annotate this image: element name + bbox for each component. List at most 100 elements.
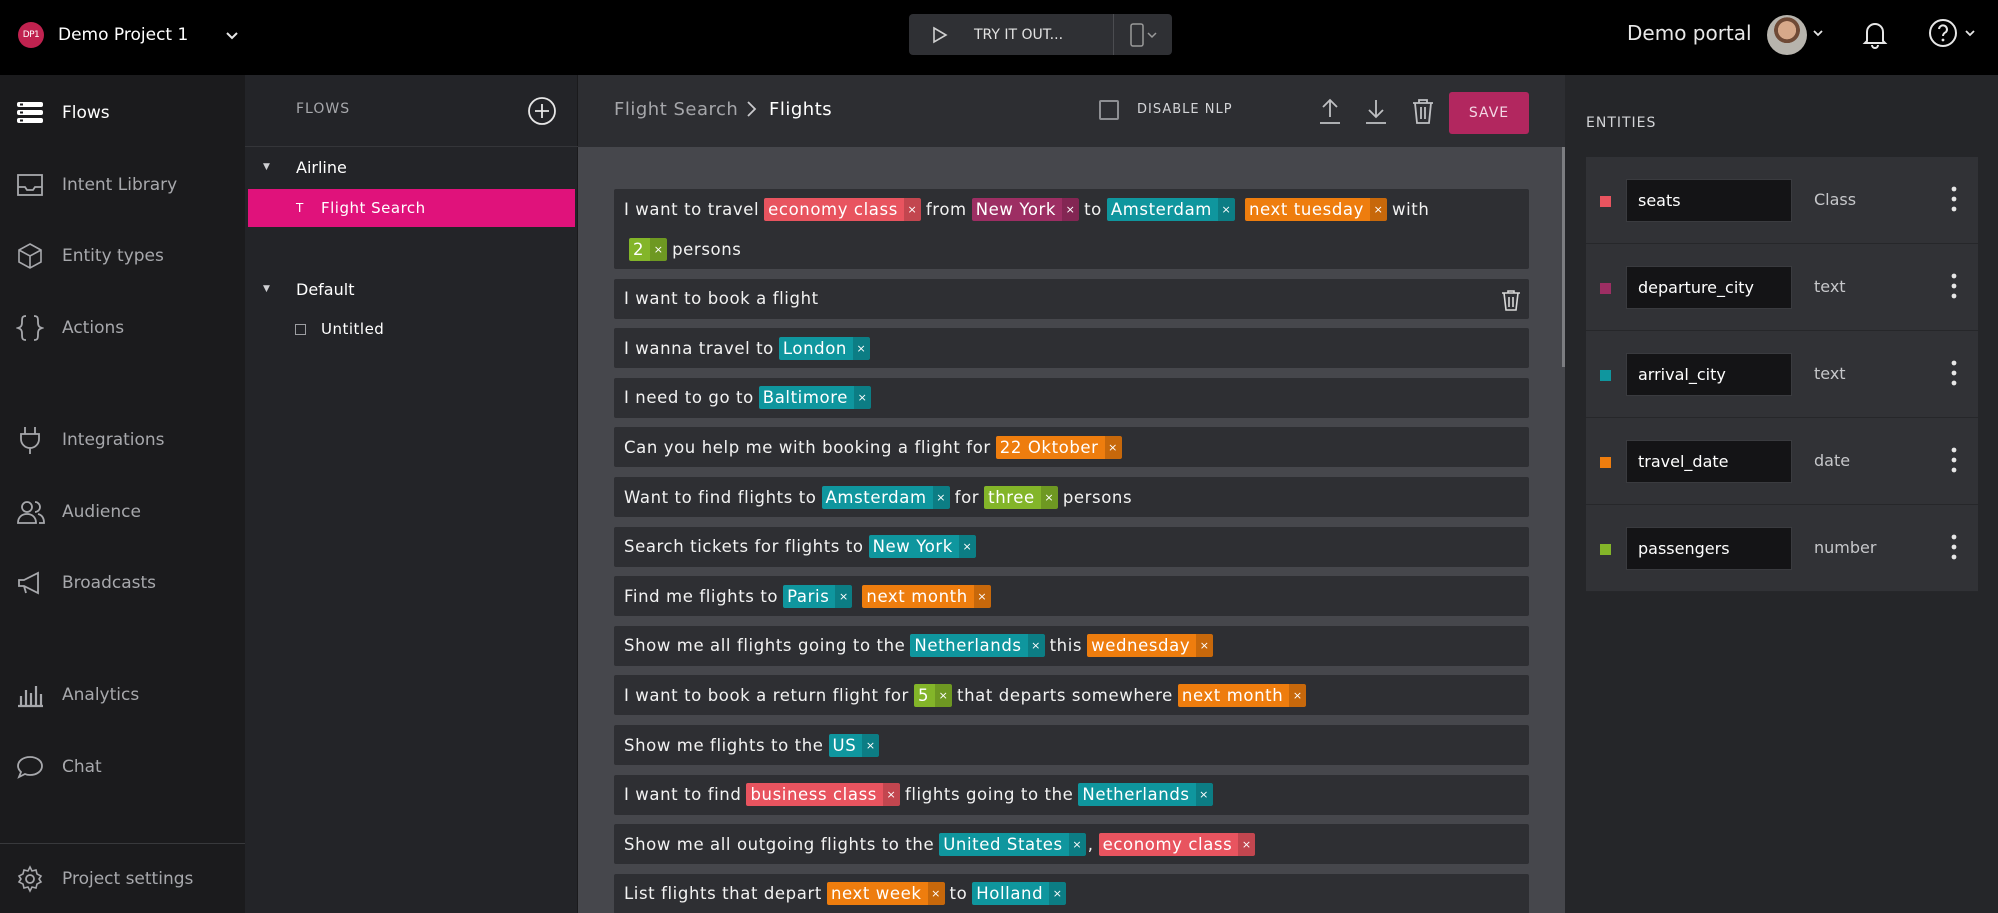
entity-tag-arrival-city[interactable]: Holland ×	[972, 882, 1067, 906]
flow-item-flight-search[interactable]: T Flight Search	[248, 189, 575, 227]
nav-item-entity-types[interactable]: Entity types	[0, 234, 245, 278]
save-button[interactable]: SAVE	[1449, 92, 1529, 134]
nav-item-intent-library[interactable]: Intent Library	[0, 163, 245, 207]
more-vertical-icon[interactable]	[1951, 186, 1957, 212]
remove-tag-icon[interactable]: ×	[1289, 683, 1307, 707]
entity-name-input[interactable]	[1626, 179, 1792, 222]
remove-tag-icon[interactable]: ×	[1196, 634, 1214, 658]
more-vertical-icon[interactable]	[1951, 534, 1957, 560]
trash-icon[interactable]	[1411, 97, 1435, 125]
add-flow-icon[interactable]	[527, 96, 557, 126]
remove-tag-icon[interactable]: ×	[1370, 197, 1387, 221]
entity-tag-arrival-city[interactable]: Amsterdam ×	[821, 485, 950, 509]
user-avatar[interactable]	[1767, 15, 1807, 55]
entity-tag-arrival-city[interactable]: Netherlands ×	[1078, 783, 1213, 807]
entity-tag-passengers[interactable]: 2 ×	[629, 237, 668, 261]
remove-tag-icon[interactable]: ×	[958, 535, 976, 559]
entity-name-input[interactable]	[1626, 527, 1792, 570]
utterance-row[interactable]: Want to find flights to Amsterdam × for thre…	[614, 477, 1529, 517]
entity-tag-travel-date[interactable]: next tuesday ×	[1244, 197, 1387, 221]
utterance-row[interactable]: Search tickets for flights to New York ×	[614, 526, 1529, 567]
entity-tag-arrival-city[interactable]: US ×	[828, 733, 880, 757]
project-switcher[interactable]: DP1 Demo Project 1	[18, 20, 240, 50]
more-vertical-icon[interactable]	[1951, 447, 1957, 473]
entity-tag-arrival-city[interactable]: London ×	[778, 336, 870, 360]
more-vertical-icon[interactable]	[1951, 360, 1957, 386]
chevron-down-icon[interactable]	[1812, 27, 1824, 39]
help-icon[interactable]	[1928, 18, 1958, 48]
nav-item-project-settings[interactable]: Project settings	[0, 857, 245, 901]
nav-item-chat[interactable]: Chat	[0, 745, 245, 789]
more-vertical-icon[interactable]	[1951, 273, 1957, 299]
remove-tag-icon[interactable]: ×	[973, 584, 991, 608]
entity-name-input[interactable]	[1626, 353, 1792, 396]
entity-tag-seats[interactable]: economy class ×	[1098, 832, 1256, 856]
nav-item-broadcasts[interactable]: Broadcasts	[0, 561, 245, 605]
bell-icon[interactable]	[1862, 19, 1888, 49]
remove-tag-icon[interactable]: ×	[903, 197, 921, 221]
utterance-row[interactable]: I want to find business class × flights goi…	[614, 774, 1529, 815]
remove-tag-icon[interactable]: ×	[935, 683, 953, 707]
entity-tag-travel-date[interactable]: next month ×	[862, 584, 991, 608]
remove-tag-icon[interactable]: ×	[1104, 435, 1122, 459]
breadcrumb-parent[interactable]: Flight Search	[614, 99, 738, 120]
entity-tag-passengers[interactable]: three ×	[984, 485, 1058, 509]
disable-nlp-checkbox[interactable]	[1099, 100, 1119, 120]
entity-tag-travel-date[interactable]: next month ×	[1177, 683, 1307, 707]
utterance-row[interactable]: Can you help me with booking a flight fo…	[614, 427, 1529, 468]
entity-tag-arrival-city[interactable]: New York ×	[868, 535, 976, 559]
remove-tag-icon[interactable]: ×	[1049, 882, 1067, 906]
nav-item-audience[interactable]: Audience	[0, 490, 245, 534]
utterance-row[interactable]: Show me flights to the US ×	[614, 725, 1529, 765]
entity-tag-travel-date[interactable]: wednesday ×	[1087, 634, 1214, 658]
utterance-row[interactable]: I want to book a return flight for 5 × that…	[614, 675, 1529, 716]
entity-tag-travel-date[interactable]: next week ×	[826, 882, 945, 906]
utterance-row[interactable]: Show me all flights going to the Netherla…	[614, 625, 1529, 666]
remove-tag-icon[interactable]: ×	[1238, 832, 1256, 856]
remove-tag-icon[interactable]: ×	[862, 733, 880, 757]
remove-tag-icon[interactable]: ×	[927, 882, 945, 906]
utterance-row[interactable]: List flights that depart next week × to Holl…	[614, 873, 1529, 913]
entity-tag-travel-date[interactable]: 22 Oktober ×	[995, 435, 1122, 459]
utterance-row[interactable]: I need to go to Baltimore ×	[614, 377, 1529, 418]
entity-tag-seats[interactable]: economy class ×	[764, 197, 921, 221]
remove-tag-icon[interactable]: ×	[835, 584, 853, 608]
remove-tag-icon[interactable]: ×	[650, 237, 668, 261]
remove-tag-icon[interactable]: ×	[1062, 197, 1080, 221]
upload-icon[interactable]	[1318, 97, 1342, 125]
entity-tag-arrival-city[interactable]: Paris ×	[783, 584, 853, 608]
entity-tag-departure-city[interactable]: New York ×	[971, 197, 1080, 221]
entity-name-input[interactable]	[1626, 440, 1792, 483]
flow-item-untitled[interactable]: Untitled	[248, 310, 575, 348]
device-selector[interactable]	[1114, 14, 1172, 55]
entity-tag-arrival-city[interactable]: United States ×	[939, 832, 1086, 856]
entity-name-input[interactable]	[1626, 266, 1792, 309]
utterance-row[interactable]: I want to travel economy class × from New Yo…	[614, 189, 1529, 269]
utterance-row[interactable]: I wanna travel to London ×	[614, 328, 1529, 369]
remove-tag-icon[interactable]: ×	[1217, 197, 1235, 221]
remove-tag-icon[interactable]: ×	[854, 386, 871, 410]
entity-tag-arrival-city[interactable]: Netherlands ×	[910, 634, 1045, 658]
utterance-row[interactable]: Show me all outgoing flights to the Unite…	[614, 824, 1529, 865]
nav-item-analytics[interactable]: Analytics	[0, 673, 245, 717]
trash-icon[interactable]	[1501, 289, 1521, 311]
remove-tag-icon[interactable]: ×	[1040, 485, 1058, 509]
entity-tag-arrival-city[interactable]: Amsterdam ×	[1106, 197, 1235, 221]
remove-tag-icon[interactable]: ×	[1068, 832, 1086, 856]
remove-tag-icon[interactable]: ×	[1195, 783, 1213, 807]
utterance-row[interactable]: Find me flights to Paris × next month ×	[614, 576, 1529, 617]
nav-item-actions[interactable]: Actions	[0, 306, 245, 350]
entity-tag-passengers[interactable]: 5 ×	[913, 683, 953, 707]
remove-tag-icon[interactable]: ×	[882, 783, 900, 807]
remove-tag-icon[interactable]: ×	[852, 336, 870, 360]
download-icon[interactable]	[1364, 97, 1388, 125]
nav-item-integrations[interactable]: Integrations	[0, 418, 245, 462]
entity-tag-arrival-city[interactable]: Baltimore ×	[758, 386, 871, 410]
utterance-row[interactable]: I want to book a flight	[614, 278, 1529, 319]
nav-item-flows[interactable]: Flows	[0, 91, 245, 135]
try-it-button[interactable]: TRY IT OUT...	[909, 14, 1114, 55]
chevron-down-icon[interactable]	[1964, 27, 1976, 39]
entity-tag-seats[interactable]: business class ×	[746, 783, 900, 807]
remove-tag-icon[interactable]: ×	[1027, 634, 1045, 658]
remove-tag-icon[interactable]: ×	[932, 485, 950, 509]
